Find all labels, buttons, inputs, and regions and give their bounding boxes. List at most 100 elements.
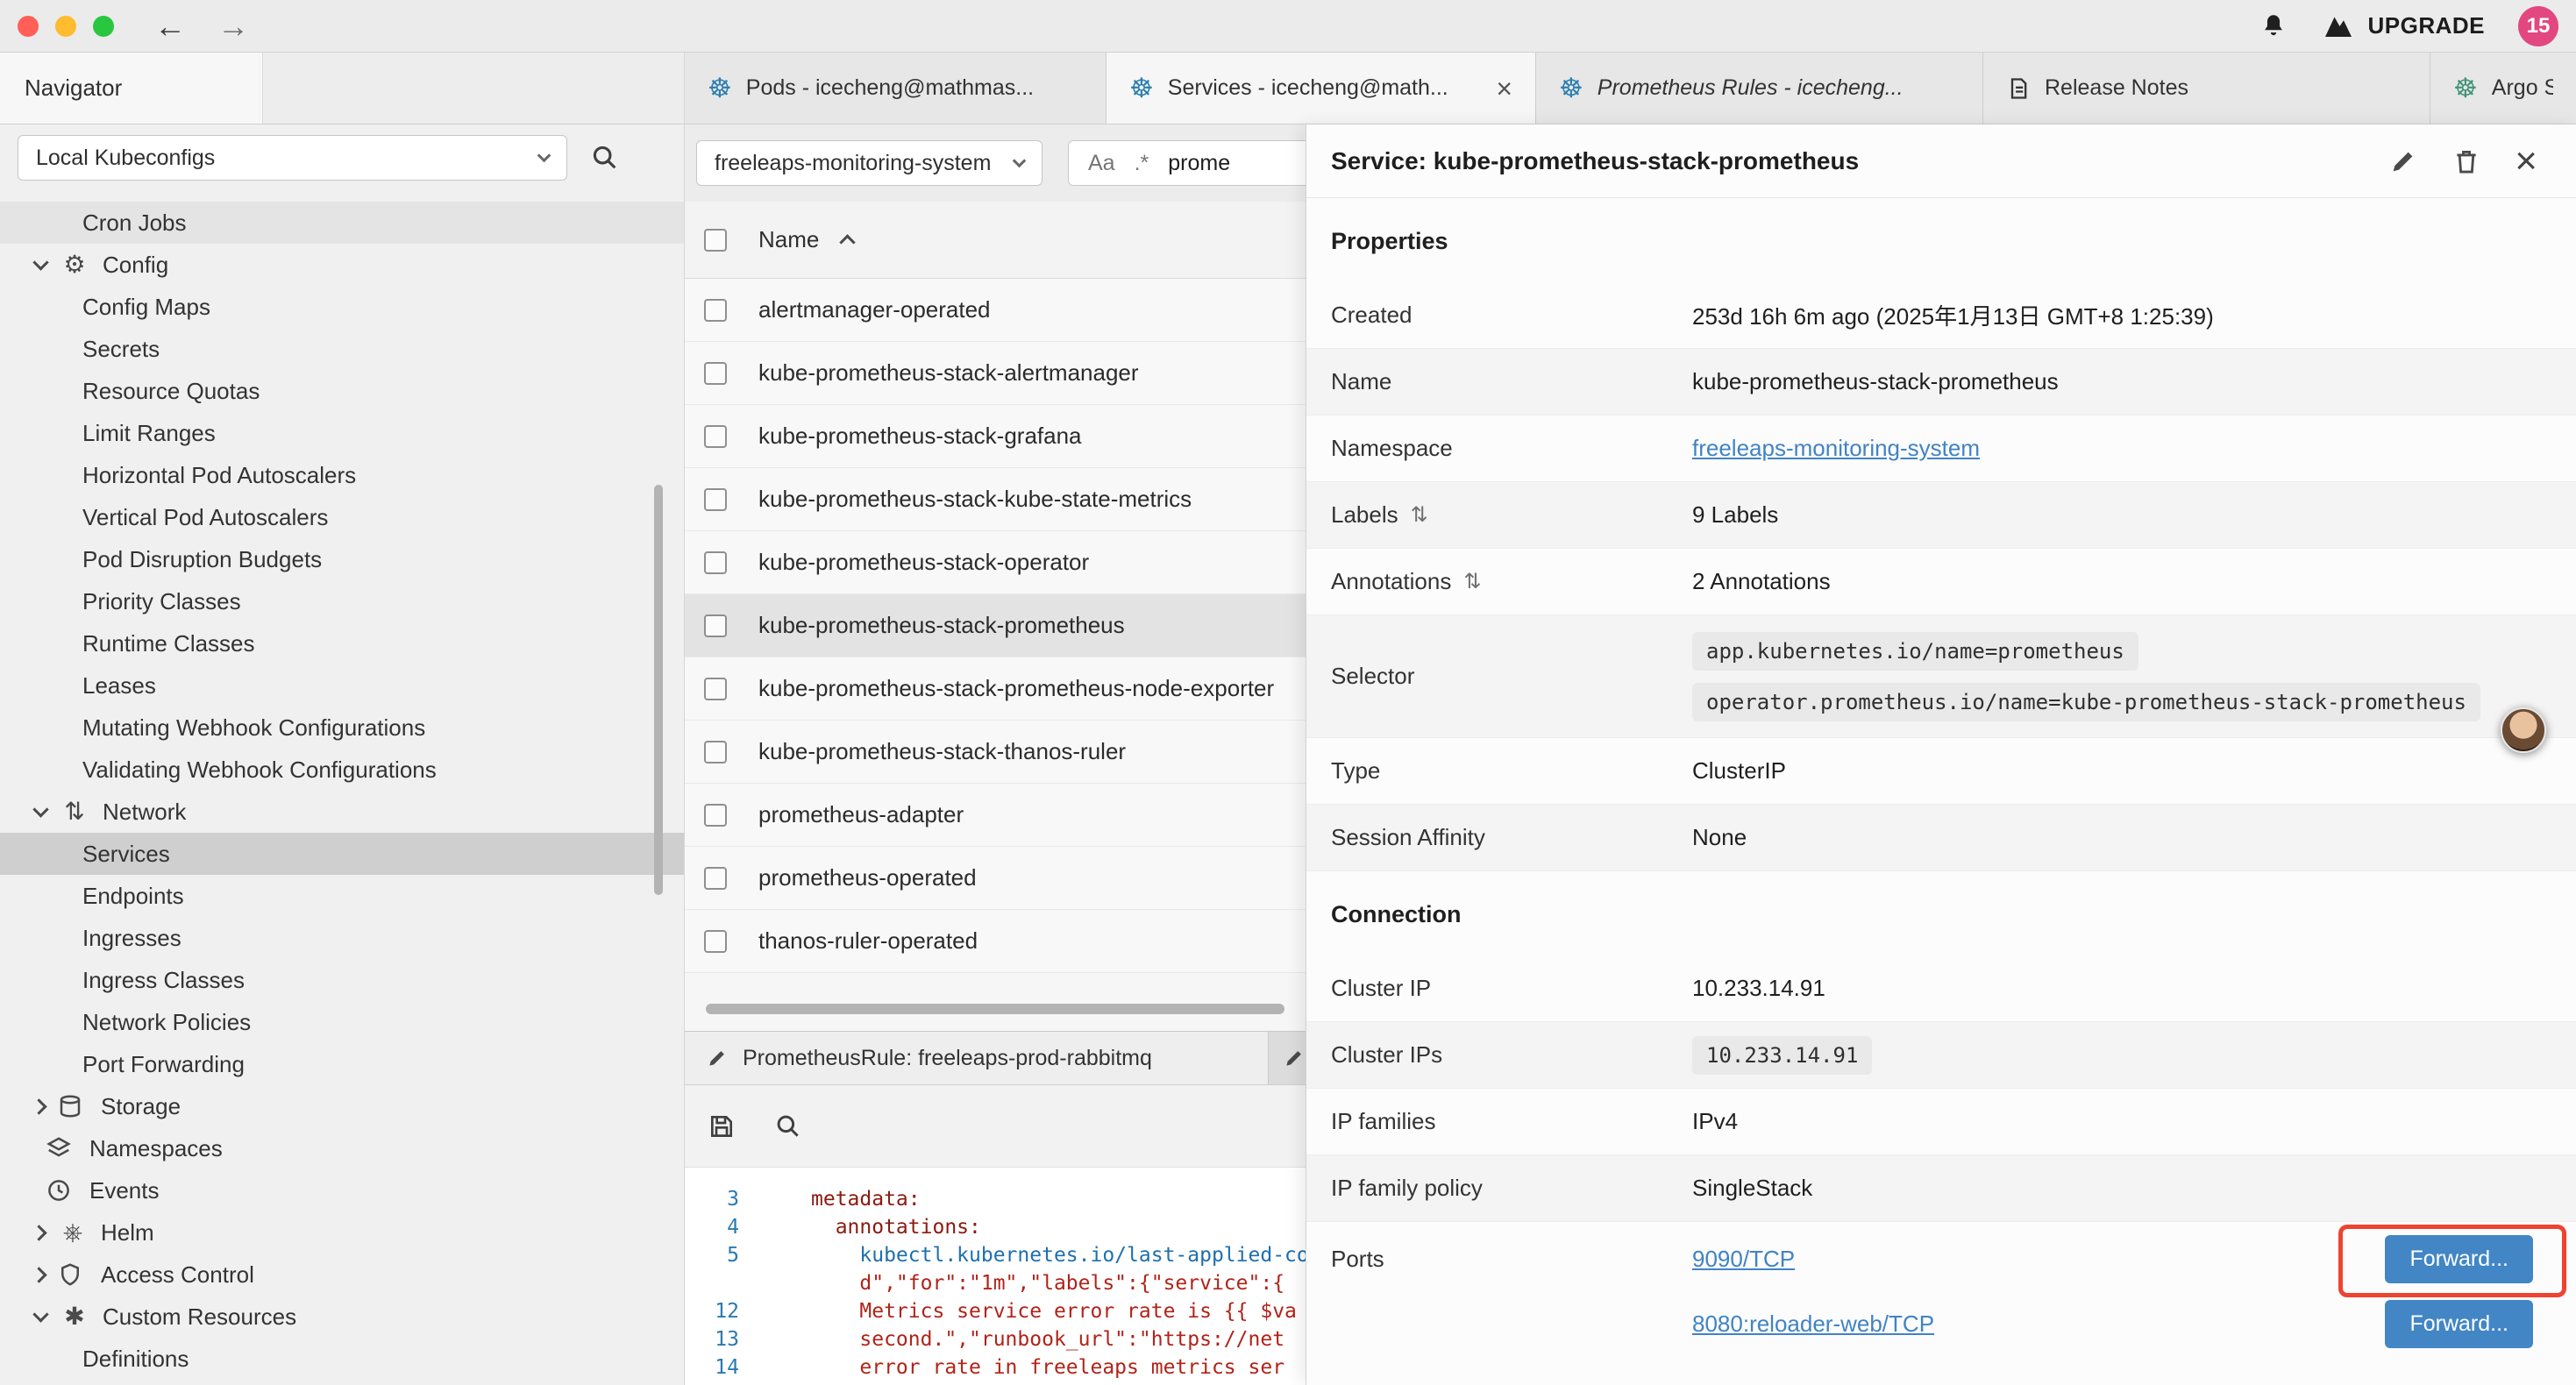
forward-button[interactable]: Forward... (2385, 1235, 2533, 1283)
search-icon[interactable] (590, 143, 620, 173)
namespace-link[interactable]: freeleaps-monitoring-system (1692, 435, 1980, 462)
chevron-down-icon[interactable] (32, 254, 48, 270)
edit-icon[interactable] (2388, 146, 2418, 176)
sidebar-item-port-forwarding[interactable]: Port Forwarding (0, 1043, 684, 1085)
sidebar-item-helm[interactable]: ⎈ Helm (0, 1211, 684, 1254)
close-icon[interactable]: × (2515, 142, 2537, 181)
table-row[interactable]: kube-prometheus-stack-kube-state-metrics (685, 468, 1306, 531)
sidebar-item-events[interactable]: Events (0, 1169, 684, 1211)
horizontal-scrollbar[interactable] (706, 1004, 1284, 1014)
sidebar-item-config[interactable]: ⚙ Config (0, 244, 684, 286)
sidebar-item-network[interactable]: ⇅ Network (0, 791, 684, 833)
sidebar-item-ingress-classes[interactable]: Ingress Classes (0, 959, 684, 1001)
window-close-button[interactable] (18, 16, 39, 37)
sidebar-item-secrets[interactable]: Secrets (0, 328, 684, 370)
sidebar-item-ingresses[interactable]: Ingresses (0, 917, 684, 959)
yaml-editor[interactable]: 3metadata: 4 annotations: 5 kubectl.kube… (685, 1168, 1306, 1385)
sidebar-item-validating-webhook-configurations[interactable]: Validating Webhook Configurations (0, 749, 684, 791)
sidebar-item-resource-quotas[interactable]: Resource Quotas (0, 370, 684, 412)
sidebar-item-mutating-webhook-configurations[interactable]: Mutating Webhook Configurations (0, 707, 684, 749)
sidebar-item-access-control[interactable]: Access Control (0, 1254, 684, 1296)
kubeconfig-select[interactable]: Local Kubeconfigs (18, 135, 567, 181)
table-row[interactable]: kube-prometheus-stack-alertmanager (685, 342, 1306, 405)
chevron-down-icon[interactable] (32, 1306, 48, 1322)
sidebar-item-definitions[interactable]: Definitions (0, 1338, 684, 1380)
kubernetes-icon: ☸ (708, 75, 732, 102)
expand-toggle-icon[interactable]: ⇅ (1411, 502, 1428, 528)
row-checkbox[interactable] (704, 551, 727, 574)
dock-tab-partial[interactable] (1269, 1032, 1306, 1084)
upgrade-button[interactable]: UPGRADE (2322, 12, 2485, 39)
forward-button[interactable]: Forward... (2385, 1300, 2533, 1348)
chevron-right-icon[interactable] (31, 1225, 46, 1240)
sidebar-item-vertical-pod-autoscalers[interactable]: Vertical Pod Autoscalers (0, 496, 684, 538)
forward-arrow-icon[interactable]: → (217, 11, 249, 42)
tab-services[interactable]: ☸ Services - icecheng@math... × (1107, 53, 1536, 124)
row-checkbox[interactable] (704, 488, 727, 511)
document-icon (2006, 76, 2031, 101)
row-checkbox[interactable] (704, 678, 727, 700)
row-checkbox[interactable] (704, 867, 727, 890)
table-row[interactable]: alertmanager-operated (685, 279, 1306, 342)
row-checkbox[interactable] (704, 930, 727, 953)
close-icon[interactable]: × (1496, 75, 1512, 103)
table-row[interactable]: thanos-ruler-operated (685, 910, 1306, 973)
name-column-header[interactable]: Name (758, 226, 819, 253)
sidebar-item-storage[interactable]: Storage (0, 1085, 684, 1127)
row-checkbox[interactable] (704, 425, 727, 448)
match-case-toggle[interactable]: Aa (1088, 151, 1115, 176)
save-icon[interactable] (708, 1112, 736, 1140)
sidebar-item-leases[interactable]: Leases (0, 664, 684, 707)
back-arrow-icon[interactable]: ← (154, 11, 186, 42)
trash-icon[interactable] (2451, 146, 2481, 176)
tab-release-notes[interactable]: Release Notes (1983, 53, 2430, 124)
window-maximize-button[interactable] (93, 16, 114, 37)
regex-toggle[interactable]: .* (1135, 151, 1149, 176)
sidebar-item-horizontal-pod-autoscalers[interactable]: Horizontal Pod Autoscalers (0, 454, 684, 496)
table-row-selected[interactable]: kube-prometheus-stack-prometheus (685, 594, 1306, 657)
sidebar-item-pod-disruption-budgets[interactable]: Pod Disruption Budgets (0, 538, 684, 580)
tab-pods[interactable]: ☸ Pods - icecheng@mathmas... (685, 53, 1107, 124)
chevron-right-icon[interactable] (31, 1267, 46, 1282)
avatar[interactable] (2501, 707, 2546, 753)
sidebar-item-custom-resources[interactable]: ✱ Custom Resources (0, 1296, 684, 1338)
row-checkbox[interactable] (704, 614, 727, 637)
chevron-down-icon[interactable] (32, 801, 48, 817)
sidebar-scrollbar[interactable] (654, 485, 663, 895)
table-row[interactable]: prometheus-operated (685, 847, 1306, 910)
search-input[interactable]: Aa .* prome (1068, 140, 1306, 186)
labels-count: 9 Labels (1692, 501, 1778, 529)
search-icon[interactable] (774, 1112, 802, 1140)
port-link-8080[interactable]: 8080:reloader-web/TCP (1692, 1310, 1934, 1338)
row-checkbox[interactable] (704, 299, 727, 322)
tab-prometheus-rules[interactable]: ☸ Prometheus Rules - icecheng... (1536, 53, 1983, 124)
chevron-right-icon[interactable] (31, 1098, 46, 1114)
sidebar-item-endpoints[interactable]: Endpoints (0, 875, 684, 917)
sidebar-item-config-maps[interactable]: Config Maps (0, 286, 684, 328)
table-row[interactable]: kube-prometheus-stack-thanos-ruler (685, 721, 1306, 784)
table-row[interactable]: kube-prometheus-stack-prometheus-node-ex… (685, 657, 1306, 721)
window-minimize-button[interactable] (55, 16, 76, 37)
sidebar-item-limit-ranges[interactable]: Limit Ranges (0, 412, 684, 454)
sidebar-item-runtime-classes[interactable]: Runtime Classes (0, 622, 684, 664)
bell-icon[interactable] (2259, 11, 2288, 41)
table-row[interactable]: kube-prometheus-stack-grafana (685, 405, 1306, 468)
sidebar-item-namespaces[interactable]: Namespaces (0, 1127, 684, 1169)
notification-count-badge[interactable]: 15 (2518, 6, 2558, 46)
row-checkbox[interactable] (704, 362, 727, 385)
row-checkbox[interactable] (704, 804, 727, 827)
sidebar-item-priority-classes[interactable]: Priority Classes (0, 580, 684, 622)
sidebar-item-services[interactable]: Services (0, 833, 684, 875)
table-row[interactable]: prometheus-adapter (685, 784, 1306, 847)
expand-toggle-icon[interactable]: ⇅ (1463, 569, 1481, 594)
namespace-select[interactable]: freeleaps-monitoring-system (696, 140, 1042, 186)
row-checkbox[interactable] (704, 741, 727, 764)
sidebar-item-network-policies[interactable]: Network Policies (0, 1001, 684, 1043)
sidebar-item-cron-jobs[interactable]: Cron Jobs (0, 202, 684, 244)
navigator-tree: Cron Jobs ⚙ Config Config Maps Secrets R… (0, 191, 684, 1380)
select-all-checkbox[interactable] (704, 229, 727, 252)
port-link-9090[interactable]: 9090/TCP (1692, 1246, 1795, 1273)
tab-argo[interactable]: ☸ Argo Se (2430, 53, 2576, 124)
table-row[interactable]: kube-prometheus-stack-operator (685, 531, 1306, 594)
dock-tab-prometheusrule[interactable]: PrometheusRule: freeleaps-prod-rabbitmq (685, 1032, 1269, 1084)
